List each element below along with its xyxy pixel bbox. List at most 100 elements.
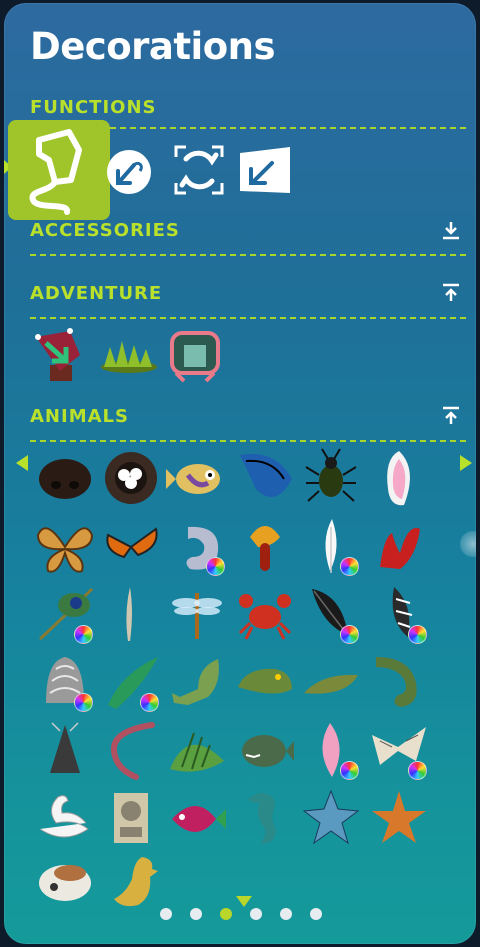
animal-item-blue-starfish[interactable] xyxy=(302,789,360,847)
section-header-functions: FUNCTIONS xyxy=(30,97,157,118)
color-variant-icon xyxy=(140,693,159,712)
rope-tool-icon xyxy=(29,129,82,215)
animal-item-beetle[interactable] xyxy=(302,448,360,507)
color-variant-icon xyxy=(206,557,225,576)
animal-item-white-feather[interactable] xyxy=(302,517,360,576)
rotate-arrow-icon xyxy=(107,150,151,194)
crab-icon xyxy=(238,594,292,640)
animals-collapse-button[interactable] xyxy=(440,405,462,427)
section-divider xyxy=(30,440,466,442)
color-variant-icon xyxy=(340,625,359,644)
blue-starfish-icon xyxy=(302,789,360,845)
adventure-item-gate[interactable] xyxy=(166,325,224,383)
yellow-duck-icon xyxy=(114,857,158,907)
quill-icon xyxy=(126,587,132,641)
animal-item-tentacle[interactable] xyxy=(370,653,428,711)
coral-icon xyxy=(380,528,420,569)
blue-wing-icon xyxy=(240,454,292,497)
animal-item-coral[interactable] xyxy=(370,517,428,575)
function-resize-button[interactable] xyxy=(172,143,226,197)
worm-icon xyxy=(110,722,155,780)
animal-item-quill[interactable] xyxy=(102,585,160,643)
section-divider xyxy=(30,254,466,256)
previous-page-button[interactable] xyxy=(16,455,28,471)
color-variant-icon xyxy=(340,557,359,576)
animal-item-nose[interactable] xyxy=(36,449,94,507)
animal-item-monarch-butterfly[interactable] xyxy=(102,517,160,575)
bunny-ear-icon xyxy=(387,451,410,506)
page-dot[interactable] xyxy=(160,908,172,920)
page-dot[interactable] xyxy=(280,908,292,920)
swan-icon xyxy=(39,795,89,838)
bell-icon xyxy=(50,722,80,773)
resize-frame-icon xyxy=(174,145,224,195)
animal-item-bunny-ear[interactable] xyxy=(370,449,428,507)
tentacle-icon xyxy=(376,657,417,707)
beetle-icon xyxy=(305,448,357,502)
animal-item-seahorse[interactable] xyxy=(236,789,294,847)
animal-item-yellow-duck[interactable] xyxy=(102,853,160,911)
nest-eggs-icon xyxy=(105,452,157,504)
page-dot[interactable] xyxy=(190,908,202,920)
page-dot[interactable] xyxy=(310,908,322,920)
page-dot-active[interactable] xyxy=(220,908,232,920)
expand-down-icon xyxy=(443,222,459,240)
next-page-button[interactable] xyxy=(460,455,472,471)
animal-item-worm[interactable] xyxy=(102,721,160,780)
animal-item-fish[interactable] xyxy=(166,449,226,507)
orange-starfish-icon xyxy=(372,791,426,843)
animal-item-crocodile-head[interactable] xyxy=(236,653,294,711)
animal-item-green-horn[interactable] xyxy=(102,653,160,712)
tropical-fish-icon xyxy=(172,806,226,832)
page-indicator xyxy=(160,908,322,920)
crocodile-head-icon xyxy=(238,668,292,694)
dragonfly-icon xyxy=(172,593,222,639)
animal-item-spotted-skull[interactable] xyxy=(36,853,94,911)
adventure-item-grass[interactable] xyxy=(100,327,158,385)
animal-item-mushroom[interactable] xyxy=(236,517,294,575)
animal-item-paper-wing[interactable] xyxy=(370,721,428,780)
section-header-animals: ANIMALS xyxy=(30,406,129,427)
ornate-gate-icon xyxy=(170,331,220,383)
animal-item-peacock-feather[interactable] xyxy=(36,585,94,644)
animal-item-curled-tail[interactable] xyxy=(168,517,226,576)
seahorse-icon xyxy=(248,793,276,844)
animal-item-pink-feather[interactable] xyxy=(302,721,360,780)
spotted-skull-icon xyxy=(39,865,91,901)
animal-item-black-feather[interactable] xyxy=(302,585,360,644)
function-flip-button[interactable] xyxy=(238,145,292,195)
animal-item-striped-feather[interactable] xyxy=(370,585,428,644)
animal-item-nest-eggs[interactable] xyxy=(102,449,160,507)
accessories-expand-button[interactable] xyxy=(440,219,462,241)
lizard-leg-icon xyxy=(172,659,219,705)
section-header-accessories: ACCESSORIES xyxy=(30,220,180,241)
animal-item-crab[interactable] xyxy=(236,585,294,643)
page-dot[interactable] xyxy=(250,908,262,920)
animal-item-statue[interactable] xyxy=(102,789,160,847)
animal-item-tropical-fish[interactable] xyxy=(168,789,226,847)
animal-item-scale-tail[interactable] xyxy=(36,653,94,712)
color-variant-icon xyxy=(340,761,359,780)
adventure-item-arrow-sign[interactable] xyxy=(30,325,88,383)
butterfly-icon xyxy=(36,527,94,573)
sparkle xyxy=(460,531,476,557)
animal-item-dragonfly[interactable] xyxy=(168,585,226,643)
animal-item-swan[interactable] xyxy=(36,789,94,847)
animal-item-butterfly[interactable] xyxy=(36,517,94,575)
animal-item-blue-wing[interactable] xyxy=(236,449,294,507)
animal-item-lizard-leg[interactable] xyxy=(168,653,226,711)
section-divider xyxy=(30,317,466,319)
color-variant-icon xyxy=(74,693,93,712)
function-rope-tool-button[interactable] xyxy=(8,120,110,220)
mushroom-icon xyxy=(250,526,280,571)
collapse-up-icon xyxy=(443,406,459,424)
animal-item-bell[interactable] xyxy=(36,721,94,779)
section-header-adventure: ADVENTURE xyxy=(30,283,163,304)
arrow-sign-icon xyxy=(35,328,80,381)
animal-item-fin[interactable] xyxy=(168,721,226,779)
function-rotate-button[interactable] xyxy=(104,147,154,197)
adventure-collapse-button[interactable] xyxy=(440,282,462,304)
animal-item-orange-starfish[interactable] xyxy=(370,789,428,847)
animal-item-piranha[interactable] xyxy=(236,721,294,779)
animal-item-crocodile-snout[interactable] xyxy=(302,653,360,711)
